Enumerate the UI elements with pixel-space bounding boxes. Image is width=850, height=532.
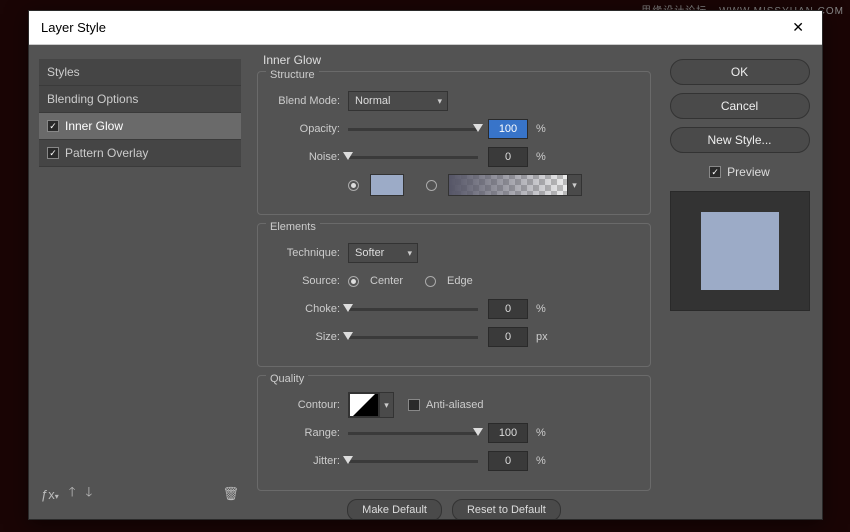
opacity-slider[interactable]: [348, 128, 478, 131]
structure-group: Structure Blend Mode: Normal Opacity:: [257, 71, 651, 215]
slider-thumb-icon[interactable]: [473, 124, 483, 132]
slider-thumb-icon[interactable]: [343, 304, 353, 312]
sidebar-item-blending-options[interactable]: Blending Options: [39, 86, 241, 113]
preview-toggle-row: Preview: [709, 165, 770, 179]
ok-button[interactable]: OK: [670, 59, 810, 85]
contour-swatch-icon[interactable]: [349, 393, 379, 417]
styles-footer: ƒx▾ 🡑 🡓 🗑: [39, 479, 241, 509]
checkbox-icon[interactable]: [47, 147, 59, 159]
arrow-down-icon[interactable]: 🡓: [86, 483, 93, 505]
size-input[interactable]: [488, 327, 528, 347]
layer-style-dialog: Layer Style ✕ Styles Blending Options In…: [28, 10, 823, 520]
blend-mode-label: Blend Mode:: [270, 95, 348, 107]
unit-label: px: [536, 331, 554, 343]
size-slider[interactable]: [348, 336, 478, 339]
section-title: Inner Glow: [263, 53, 651, 67]
group-legend: Structure: [266, 69, 319, 81]
glow-color-swatch[interactable]: [370, 174, 404, 196]
jitter-input[interactable]: [488, 451, 528, 471]
unit-label: %: [536, 123, 554, 135]
jitter-label: Jitter:: [270, 455, 348, 467]
technique-select[interactable]: Softer: [348, 243, 418, 263]
unit-label: %: [536, 427, 554, 439]
sidebar-item-pattern-overlay[interactable]: Pattern Overlay: [39, 140, 241, 167]
unit-label: %: [536, 303, 554, 315]
reset-default-button[interactable]: Reset to Default: [452, 499, 561, 519]
dialog-body: Styles Blending Options Inner Glow Patte…: [29, 45, 822, 519]
opacity-label: Opacity:: [270, 123, 348, 135]
styles-list: Styles Blending Options Inner Glow Patte…: [39, 59, 241, 479]
group-legend: Quality: [266, 373, 308, 385]
chevron-down-icon[interactable]: ▾: [568, 174, 582, 196]
make-default-button[interactable]: Make Default: [347, 499, 442, 519]
range-input[interactable]: [488, 423, 528, 443]
source-center-label: Center: [370, 275, 403, 287]
trash-icon[interactable]: 🗑: [222, 486, 239, 502]
choke-label: Choke:: [270, 303, 348, 315]
select-value: Softer: [355, 247, 384, 259]
checkbox-icon[interactable]: [47, 120, 59, 132]
slider-thumb-icon[interactable]: [473, 428, 483, 436]
preview-checkbox[interactable]: [709, 166, 721, 178]
antialiased-label: Anti-aliased: [426, 399, 483, 411]
opacity-input[interactable]: [488, 119, 528, 139]
color-radio[interactable]: [348, 180, 359, 191]
preview-box: [670, 191, 810, 311]
arrow-up-icon[interactable]: 🡑: [69, 483, 76, 505]
slider-thumb-icon[interactable]: [343, 152, 353, 160]
glow-gradient-swatch[interactable]: [448, 174, 568, 196]
close-icon[interactable]: ✕: [786, 17, 810, 38]
sidebar-item-label: Blending Options: [47, 92, 138, 106]
gradient-radio[interactable]: [426, 180, 437, 191]
dialog-title: Layer Style: [41, 20, 106, 35]
blend-mode-select[interactable]: Normal: [348, 91, 448, 111]
styles-header[interactable]: Styles: [39, 59, 241, 86]
new-style-button[interactable]: New Style...: [670, 127, 810, 153]
group-legend: Elements: [266, 221, 320, 233]
preview-label: Preview: [727, 165, 770, 179]
elements-group: Elements Technique: Softer Source: Cente…: [257, 223, 651, 367]
cancel-button[interactable]: Cancel: [670, 93, 810, 119]
source-edge-radio[interactable]: [425, 276, 436, 287]
jitter-slider[interactable]: [348, 460, 478, 463]
options-panel: Inner Glow Structure Blend Mode: Normal …: [251, 45, 657, 519]
quality-group: Quality Contour: ▾ Anti-aliased Range:: [257, 375, 651, 491]
source-center-radio[interactable]: [348, 276, 359, 287]
select-value: Normal: [355, 95, 390, 107]
range-label: Range:: [270, 427, 348, 439]
noise-label: Noise:: [270, 151, 348, 163]
unit-label: %: [536, 151, 554, 163]
styles-panel: Styles Blending Options Inner Glow Patte…: [29, 45, 251, 519]
slider-thumb-icon[interactable]: [343, 456, 353, 464]
sidebar-item-label: Inner Glow: [65, 119, 123, 133]
range-slider[interactable]: [348, 432, 478, 435]
noise-slider[interactable]: [348, 156, 478, 159]
contour-picker[interactable]: ▾: [348, 392, 394, 418]
antialiased-checkbox[interactable]: [408, 399, 420, 411]
size-label: Size:: [270, 331, 348, 343]
contour-label: Contour:: [270, 399, 348, 411]
unit-label: %: [536, 455, 554, 467]
technique-label: Technique:: [270, 247, 348, 259]
preview-inner: [701, 212, 779, 290]
right-panel: OK Cancel New Style... Preview: [657, 45, 822, 519]
defaults-row: Make Default Reset to Default: [257, 499, 651, 519]
noise-input[interactable]: [488, 147, 528, 167]
sidebar-item-label: Pattern Overlay: [65, 146, 148, 160]
titlebar: Layer Style ✕: [29, 11, 822, 45]
choke-slider[interactable]: [348, 308, 478, 311]
source-label: Source:: [270, 275, 348, 287]
fx-icon[interactable]: ƒx▾: [41, 487, 59, 502]
chevron-down-icon[interactable]: ▾: [379, 393, 393, 417]
sidebar-item-inner-glow[interactable]: Inner Glow: [39, 113, 241, 140]
choke-input[interactable]: [488, 299, 528, 319]
slider-thumb-icon[interactable]: [343, 332, 353, 340]
source-edge-label: Edge: [447, 275, 473, 287]
